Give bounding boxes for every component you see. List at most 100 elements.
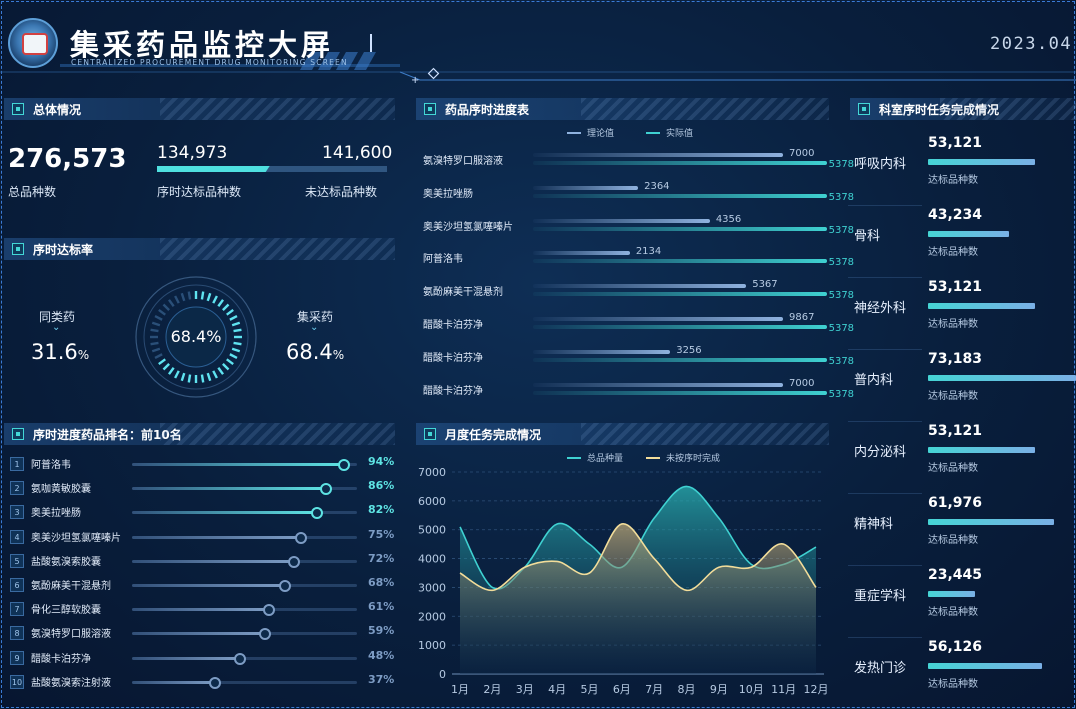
gauge-tick <box>231 321 241 327</box>
rank-progress-track <box>132 555 357 568</box>
gauge-tick <box>222 303 230 311</box>
ranking-row[interactable]: 6 氨酚麻美干混悬剂 68% <box>10 574 395 598</box>
rank-progress-knob <box>337 459 350 471</box>
rank-progress-track <box>132 676 357 689</box>
schedule-row[interactable]: 醋酸卡泊芬净 7000 5378 <box>423 378 854 412</box>
ranking-row[interactable]: 2 氨咖黄敏胶囊 86% <box>10 477 395 501</box>
rank-progress-fill <box>132 680 216 684</box>
ranking-row[interactable]: 7 骨化三醇软胶囊 61% <box>10 598 395 622</box>
panel-marker-icon <box>12 243 24 255</box>
gauge-tick <box>222 363 230 371</box>
ranking-row[interactable]: 8 氨溴特罗口服溶液 59% <box>10 622 395 646</box>
ranking-row[interactable]: 1 阿普洛韦 94% <box>10 453 395 477</box>
schedule-drug-name: 醋酸卡泊芬净 <box>423 352 483 364</box>
department-item-label: 达标品种数 <box>928 463 978 474</box>
y-tick-label: 6000 <box>418 495 446 508</box>
schedule-row[interactable]: 醋酸卡泊芬净 3256 5378 <box>423 344 854 379</box>
rank-drug-name: 奥美拉唑肠 <box>31 508 81 520</box>
gauge-tick <box>187 374 192 383</box>
schedule-row[interactable]: 阿普洛韦 2134 5378 <box>423 246 854 280</box>
department-value: 53,121 <box>928 423 983 439</box>
monthly-header: 月度任务完成情况 <box>416 423 829 445</box>
rank-drug-name: 氨酚麻美干混悬剂 <box>31 581 111 592</box>
department-separator <box>848 565 922 566</box>
gauge-tick <box>158 308 166 316</box>
gauge-tick <box>174 370 180 379</box>
rank-percent: 48% <box>368 648 395 662</box>
ranking-row[interactable]: 5 盐酸氨溴索胶囊 72% <box>10 550 395 574</box>
gauge-tick <box>174 295 180 304</box>
department-row[interactable]: 神经外科 53,121 达标品种数 <box>848 279 1076 351</box>
y-tick-label: 4000 <box>418 553 446 566</box>
department-value: 61,976 <box>928 495 983 511</box>
theory-value: 3256 <box>676 344 702 356</box>
department-separator <box>848 421 922 422</box>
department-bar <box>928 231 1009 237</box>
schedule-row[interactable]: 奥美拉唑肠 2364 5378 <box>423 180 854 215</box>
schedule-row[interactable]: 氨酚麻美干混悬剂 5367 5378 <box>423 279 854 313</box>
ranking-row[interactable]: 3 奥美拉唑肠 82% <box>10 501 395 525</box>
schedule-row[interactable]: 氨溴特罗口服溶液 7000 5378 <box>423 148 854 182</box>
datetime: 2023.04. <box>990 34 1076 54</box>
actual-bar <box>533 161 827 165</box>
department-row[interactable]: 重症学科 23,445 达标品种数 <box>848 567 1076 639</box>
not-met-count: 141,600 <box>322 143 393 163</box>
rank-index: 3 <box>10 505 24 520</box>
gauge-tick <box>187 291 192 300</box>
ranking-row[interactable]: 4 奥美沙坦氢氯噻嗪片 75% <box>10 526 395 550</box>
department-row[interactable]: 普内科 73,183 达标品种数 <box>848 351 1076 423</box>
rank-drug-name: 盐酸氨溴索注射液 <box>31 677 111 689</box>
department-value: 43,234 <box>928 207 983 223</box>
department-bar <box>928 447 1035 453</box>
rank-progress-knob <box>258 628 271 641</box>
x-tick-label: 10月 <box>739 683 764 696</box>
rank-progress-fill <box>132 608 270 612</box>
department-row[interactable]: 精神科 61,976 达标品种数 <box>848 495 1076 567</box>
rank-drug-name: 醋酸卡泊芬净 <box>31 653 91 665</box>
schedule-row[interactable]: 醋酸卡泊芬净 9867 5378 <box>423 312 854 346</box>
actual-bar <box>533 325 827 329</box>
schedule-drug-name: 氨酚麻美干混悬剂 <box>423 287 503 299</box>
schedule-drug-name: 醋酸卡泊芬净 <box>423 385 483 397</box>
panel-marker-icon <box>424 103 436 115</box>
departments-header: 科室序时任务完成情况 <box>850 98 1076 120</box>
gauge-tick <box>162 363 170 371</box>
gauge-tick <box>233 328 242 333</box>
rank-progress-track <box>132 531 357 544</box>
department-row[interactable]: 呼吸内科 53,121 达标品种数 <box>848 135 1076 207</box>
department-name: 精神科 <box>854 517 894 532</box>
overview-title: 总体情况 <box>33 102 82 117</box>
department-row[interactable]: 发热门诊 56,126 达标品种数 <box>848 639 1076 709</box>
x-tick-label: 1月 <box>451 683 469 696</box>
y-tick-label: 3000 <box>418 581 446 594</box>
rank-drug-name: 骨化三醇软胶囊 <box>31 605 101 617</box>
theory-bar <box>533 153 783 157</box>
department-row[interactable]: 内分泌科 53,121 达标品种数 <box>848 423 1076 495</box>
department-name: 重症学科 <box>854 589 907 604</box>
similar-rate: 31.6% <box>31 340 90 364</box>
ranking-row[interactable]: 9 醋酸卡泊芬净 48% <box>10 647 395 671</box>
rank-progress-track <box>132 483 357 496</box>
department-row[interactable]: 骨科 43,234 达标品种数 <box>848 207 1076 279</box>
schedule-drug-name: 醋酸卡泊芬净 <box>423 320 483 331</box>
department-separator <box>848 493 922 494</box>
theory-value: 9867 <box>789 312 815 323</box>
actual-bar <box>533 292 827 297</box>
theory-bar <box>533 317 783 321</box>
actual-bar <box>533 226 827 231</box>
theory-value: 2364 <box>644 180 670 192</box>
rank-drug-name: 奥美沙坦氢氯噻嗪片 <box>31 532 121 544</box>
rank-index: 4 <box>10 529 24 544</box>
rank-percent: 37% <box>368 672 395 686</box>
rank-index: 5 <box>10 553 24 568</box>
ranking-row[interactable]: 10 盐酸氨溴索注射液 37% <box>10 671 395 695</box>
department-name: 发热门诊 <box>854 661 907 676</box>
department-item-label: 达标品种数 <box>928 319 978 330</box>
x-tick-label: 12月 <box>804 683 829 696</box>
rank-progress-fill <box>132 584 285 587</box>
department-value: 56,126 <box>928 639 983 655</box>
schedule-row[interactable]: 奥美沙坦氢氯噻嗪片 4356 5378 <box>423 214 854 248</box>
gauge-tick <box>229 315 238 321</box>
rate-header: 序时达标率 <box>4 238 395 260</box>
svg-text:+: + <box>411 75 419 84</box>
